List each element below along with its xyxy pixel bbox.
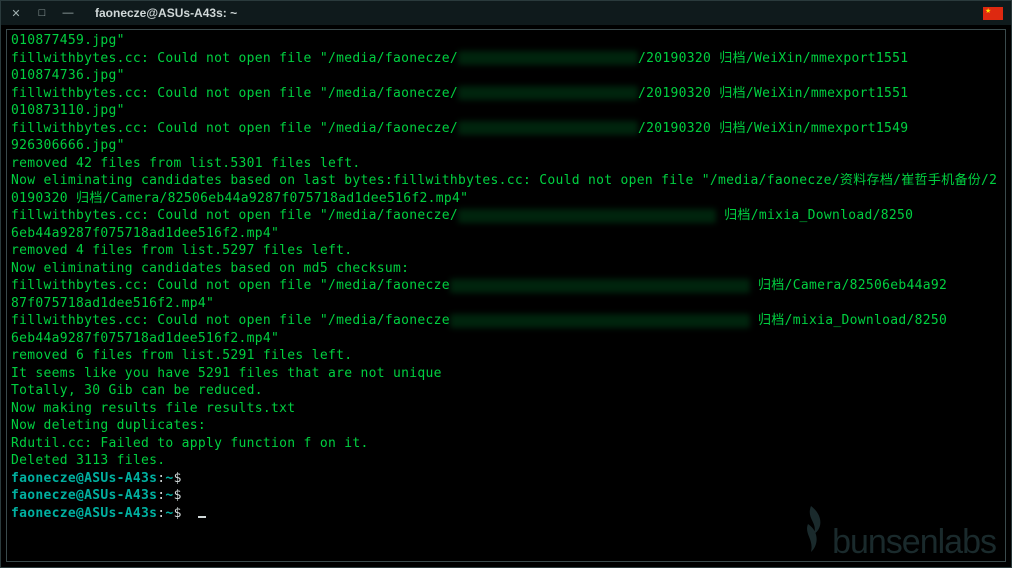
- redacted-segment: [458, 121, 638, 135]
- terminal-line: 926306666.jpg": [11, 137, 1001, 155]
- maximize-icon[interactable]: [35, 6, 49, 20]
- terminal-line: fillwithbytes.cc: Could not open file "/…: [11, 277, 1001, 295]
- terminal-line: removed 42 files from list.5301 files le…: [11, 155, 1001, 173]
- terminal-line: 010873110.jpg": [11, 102, 1001, 120]
- redacted-segment: [450, 279, 750, 293]
- prompt-symbol: $: [174, 488, 190, 503]
- terminal-line: fillwithbytes.cc: Could not open file "/…: [11, 312, 1001, 330]
- window-title: faonecze@ASUs-A43s: ~: [95, 6, 237, 20]
- titlebar: faonecze@ASUs-A43s: ~: [1, 1, 1011, 25]
- prompt-userhost: faonecze@ASUs-A43s: [11, 506, 157, 521]
- terminal-line: Now deleting duplicates:: [11, 417, 1001, 435]
- terminal-line: 010877459.jpg": [11, 32, 1001, 50]
- terminal-line: 6eb44a9287f075718ad1dee516f2.mp4": [11, 330, 1001, 348]
- cursor: [198, 516, 206, 518]
- prompt-symbol: $: [174, 506, 190, 521]
- input-method-flag-icon[interactable]: [983, 7, 1003, 20]
- terminal-line: faonecze@ASUs-A43s:~$: [11, 487, 1001, 505]
- terminal-line: Now making results file results.txt: [11, 400, 1001, 418]
- close-icon[interactable]: [9, 6, 23, 20]
- terminal-line: fillwithbytes.cc: Could not open file "/…: [11, 85, 1001, 103]
- terminal-line: faonecze@ASUs-A43s:~$: [11, 470, 1001, 488]
- prompt-path: ~: [165, 506, 173, 521]
- terminal-line: faonecze@ASUs-A43s:~$: [11, 505, 1001, 523]
- terminal-line: It seems like you have 5291 files that a…: [11, 365, 1001, 383]
- terminal-line: fillwithbytes.cc: Could not open file "/…: [11, 207, 1001, 225]
- terminal-line: 6eb44a9287f075718ad1dee516f2.mp4": [11, 225, 1001, 243]
- redacted-segment: [450, 314, 750, 328]
- terminal-line: Deleted 3113 files.: [11, 452, 1001, 470]
- terminal-line: fillwithbytes.cc: Could not open file "/…: [11, 120, 1001, 138]
- redacted-segment: [458, 86, 638, 100]
- redacted-segment: [458, 209, 716, 223]
- terminal-line: fillwithbytes.cc: Could not open file "/…: [11, 50, 1001, 68]
- prompt-symbol: $: [174, 471, 190, 486]
- terminal-window: faonecze@ASUs-A43s: ~ 010877459.jpg"fill…: [0, 0, 1012, 568]
- redacted-segment: [458, 51, 638, 65]
- terminal-line: Now eliminating candidates based on md5 …: [11, 260, 1001, 278]
- terminal-line: 010874736.jpg": [11, 67, 1001, 85]
- minimize-icon[interactable]: [61, 6, 75, 20]
- terminal-line: Now eliminating candidates based on last…: [11, 172, 1001, 207]
- terminal-line: removed 6 files from list.5291 files lef…: [11, 347, 1001, 365]
- terminal-line: 87f075718ad1dee516f2.mp4": [11, 295, 1001, 313]
- prompt-userhost: faonecze@ASUs-A43s: [11, 471, 157, 486]
- terminal-line: removed 4 files from list.5297 files lef…: [11, 242, 1001, 260]
- terminal-output[interactable]: 010877459.jpg"fillwithbytes.cc: Could no…: [6, 29, 1006, 562]
- prompt-userhost: faonecze@ASUs-A43s: [11, 488, 157, 503]
- terminal-line: Rdutil.cc: Failed to apply function f on…: [11, 435, 1001, 453]
- prompt-path: ~: [165, 488, 173, 503]
- terminal-line: Totally, 30 Gib can be reduced.: [11, 382, 1001, 400]
- prompt-path: ~: [165, 471, 173, 486]
